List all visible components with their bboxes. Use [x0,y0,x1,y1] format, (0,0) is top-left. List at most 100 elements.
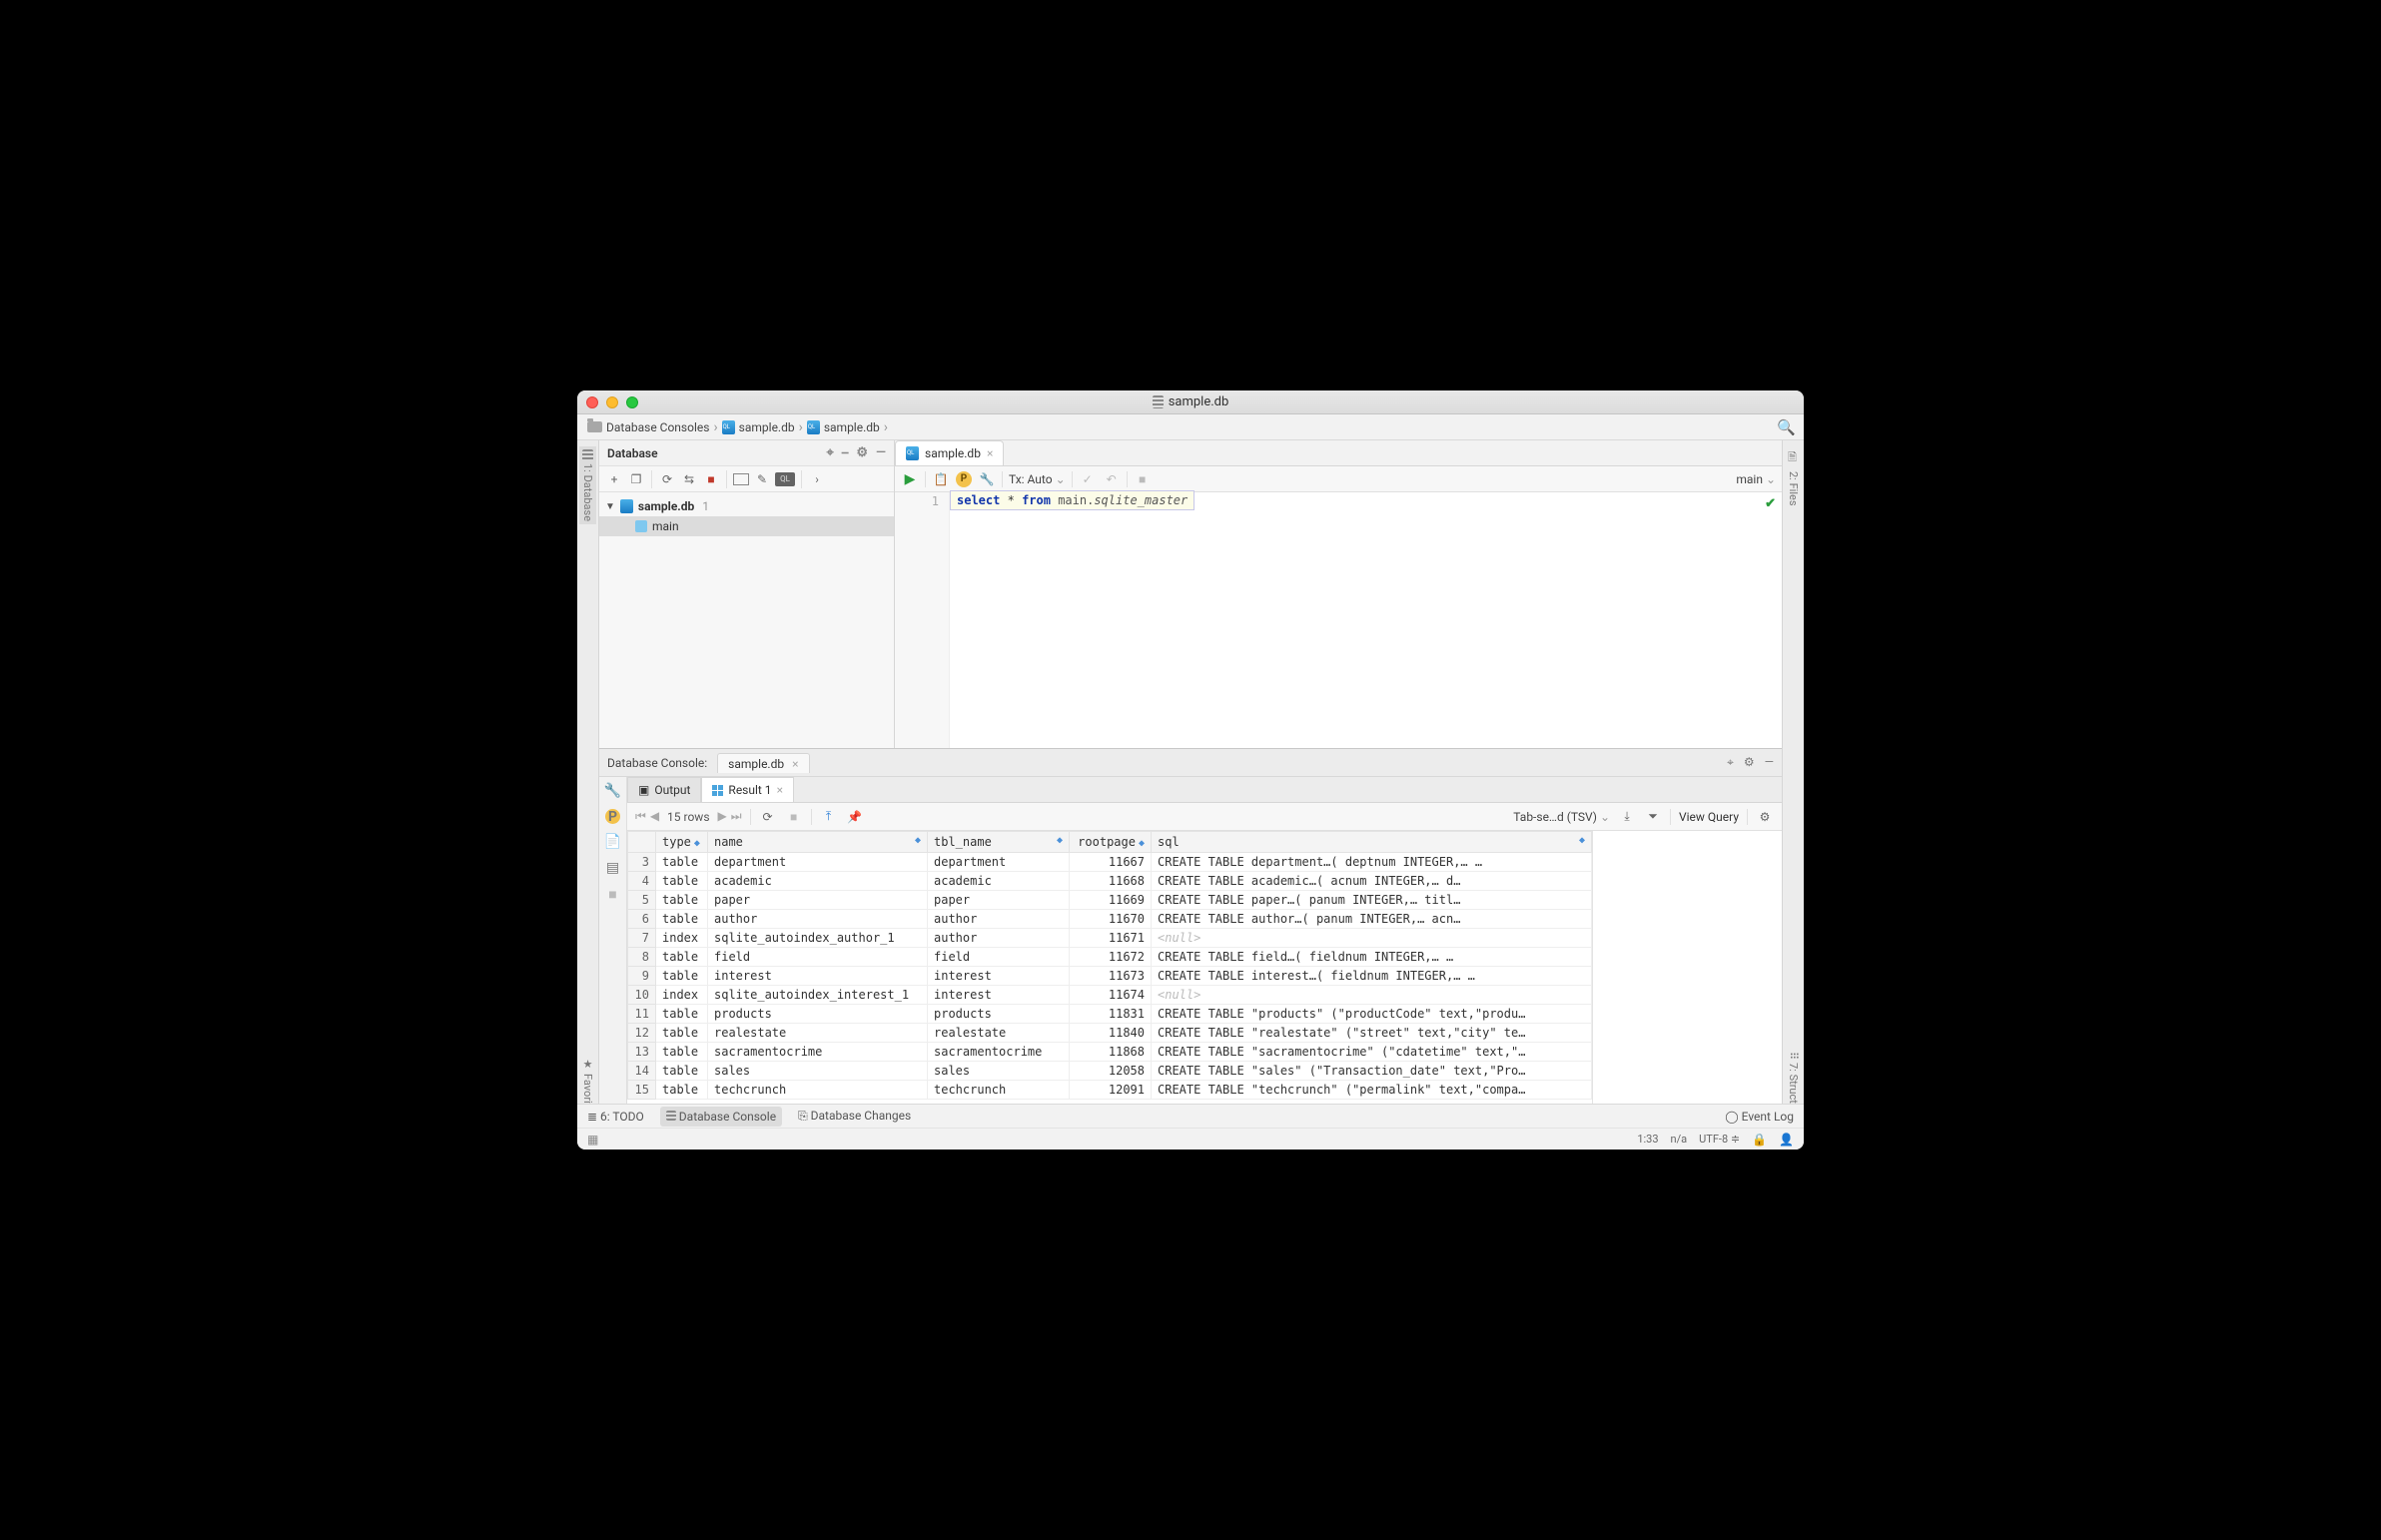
first-icon[interactable]: ⏮ [635,809,646,824]
lock-icon[interactable]: 🔒 [1752,1133,1767,1147]
table-row[interactable]: 12tablerealestaterealestate11840CREATE T… [628,1024,1592,1043]
sql-code[interactable]: select * from main.sqlite_master [950,490,1194,510]
filter-icon[interactable]: ⏷ [1644,808,1662,826]
next-icon[interactable]: ▶ [718,809,727,824]
table-icon[interactable] [733,473,749,485]
divider [1747,809,1748,825]
bottom-tabs-bar: ≣ 6: TODO Database Console ⎘ Database Ch… [577,1104,1804,1128]
target-icon[interactable]: ⌖ [827,445,834,460]
p-chip-icon[interactable]: P [956,471,972,487]
wrench-icon[interactable]: 🔧 [978,470,996,488]
tab-result[interactable]: Result 1 × [701,777,794,802]
check-icon: ✔ [1765,496,1776,511]
close-icon[interactable]: × [777,783,783,797]
view-query-button[interactable]: View Query [1679,810,1739,824]
table-row[interactable]: 11tableproductsproducts11831CREATE TABLE… [628,1005,1592,1024]
gear-icon[interactable]: ⚙ [1756,808,1774,826]
table-row[interactable]: 13tablesacramentocrimesacramentocrime118… [628,1043,1592,1062]
add-icon[interactable]: + [605,470,623,488]
add-row-icon[interactable]: ⤒ [820,808,838,826]
breadcrumb-item[interactable]: sample.db [805,420,882,434]
table-row[interactable]: 9tableinterestinterest11673CREATE TABLE … [628,967,1592,986]
console-tab[interactable]: sample.db × [717,753,809,773]
gear-icon[interactable]: ⚙ [1744,755,1755,770]
table-row[interactable]: 4tableacademicacademic11668CREATE TABLE … [628,872,1592,891]
editor-tab[interactable]: sample.db × [895,440,1004,465]
table-header-row: type◆ name◆ tbl_name◆ rootpage◆ sql◆ [628,832,1592,853]
tab-output[interactable]: ▣ Output [627,777,701,802]
plan-icon[interactable]: 📋 [932,470,950,488]
table-row[interactable]: 6tableauthorauthor11670CREATE TABLE auth… [628,910,1592,929]
event-log[interactable]: ◯ Event Log [1725,1110,1794,1124]
minimize-icon[interactable] [606,396,618,408]
editor-code[interactable]: 1 select * from main.sqlite_master ✔ [895,492,1782,748]
tx-mode-dropdown[interactable]: Tx: Auto ⌄ [1009,472,1066,486]
sync-icon[interactable]: ⇆ [680,470,698,488]
col-sql[interactable]: sql◆ [1152,832,1592,853]
table-row[interactable]: 7indexsqlite_autoindex_author_1author116… [628,929,1592,948]
chevron-down-icon: ⌄ [1056,472,1066,486]
col-rootpage[interactable]: rootpage◆ [1070,832,1152,853]
inspector-icon[interactable]: 👤 [1779,1133,1794,1147]
database-panel: Database ⌖ ⎯ ⚙ — + ❐ ⟳ ⇆ [599,440,895,748]
table-row[interactable]: 10indexsqlite_autoindex_interest_1intere… [628,986,1592,1005]
table-row[interactable]: 15tabletechcrunchtechcrunch12091CREATE T… [628,1081,1592,1100]
tree-node-schema[interactable]: main [599,516,894,536]
table-row[interactable]: 3tabledepartmentdepartment11667CREATE TA… [628,853,1592,872]
schema-dropdown[interactable]: main ⌄ [1736,472,1776,486]
minimize-icon[interactable]: — [876,445,886,460]
result-grid[interactable]: type◆ name◆ tbl_name◆ rootpage◆ sql◆ 3ta… [627,831,1592,1104]
close-icon[interactable]: × [792,757,798,771]
line-ending[interactable]: n/a [1671,1133,1688,1147]
breadcrumb-item[interactable]: sample.db [720,420,797,434]
refresh-icon[interactable]: ⟳ [658,470,676,488]
tree-node-root[interactable]: ▼ sample.db 1 [599,496,894,516]
gear-icon[interactable]: ⚙ [856,445,868,460]
minimize-icon[interactable]: — [1765,755,1774,770]
maximize-icon[interactable] [626,396,638,408]
format-dropdown[interactable]: Tab-se…d (TSV) ⌄ [1513,810,1610,824]
search-icon[interactable]: 🔍 [1777,418,1796,436]
gutter-tab-database[interactable]: 1: Database [579,446,596,524]
stop-icon[interactable]: ■ [785,808,803,826]
wrench-icon[interactable]: 🔧 [604,783,621,799]
breadcrumb-item[interactable]: Database Consoles [585,420,711,434]
export-icon[interactable]: ⤓ [1618,808,1636,826]
p-chip-icon[interactable]: P [605,809,620,824]
chevron-right-icon[interactable]: › [808,470,826,488]
gutter-tab-files[interactable]: 🗎 2: Files [1782,446,1804,508]
tab-todo[interactable]: ≣ 6: TODO [587,1110,644,1124]
close-icon[interactable] [586,396,598,408]
close-icon[interactable]: × [987,446,993,460]
target-icon[interactable]: ⌖ [1727,755,1734,770]
layout-icon[interactable]: ▦ [587,1133,598,1147]
tab-db-changes[interactable]: ⎘ Database Changes [798,1109,911,1124]
table-row[interactable]: 5tablepaperpaper11669CREATE TABLE paper…… [628,891,1592,910]
col-name[interactable]: name◆ [708,832,928,853]
edit-icon[interactable]: ✎ [753,470,771,488]
prev-icon[interactable]: ◀ [650,809,659,824]
refresh-icon[interactable]: ⟳ [759,808,777,826]
layout-icon[interactable]: ▤ [606,860,619,876]
pin-icon[interactable]: 📌 [846,808,864,826]
encoding[interactable]: UTF-8 ≑ [1699,1133,1740,1147]
table-row[interactable]: 14tablesalessales12058CREATE TABLE "sale… [628,1062,1592,1081]
commit-icon[interactable]: ✓ [1079,470,1097,488]
divider [811,809,812,825]
copy-icon[interactable]: ❐ [627,470,645,488]
stop-icon[interactable]: ■ [702,470,720,488]
right-tool-gutter: 🗎 2: Files ⠿ 7: Structure [1782,440,1804,1128]
stop-icon[interactable]: ■ [1134,470,1152,488]
last-icon[interactable]: ⏭ [731,809,742,824]
table-row[interactable]: 8tablefieldfield11672CREATE TABLE field…… [628,948,1592,967]
stop-icon[interactable]: ■ [608,886,616,903]
col-tbl[interactable]: tbl_name◆ [928,832,1070,853]
rollback-icon[interactable]: ↶ [1103,470,1121,488]
add-doc-icon[interactable]: 📄 [604,834,621,850]
col-type[interactable]: type◆ [656,832,708,853]
ql-icon[interactable]: QL [775,472,795,486]
split-icon[interactable]: ⎯ [842,445,849,460]
database-icon [582,449,593,460]
run-icon[interactable]: ▶ [901,470,919,488]
tab-db-console[interactable]: Database Console [660,1107,782,1127]
